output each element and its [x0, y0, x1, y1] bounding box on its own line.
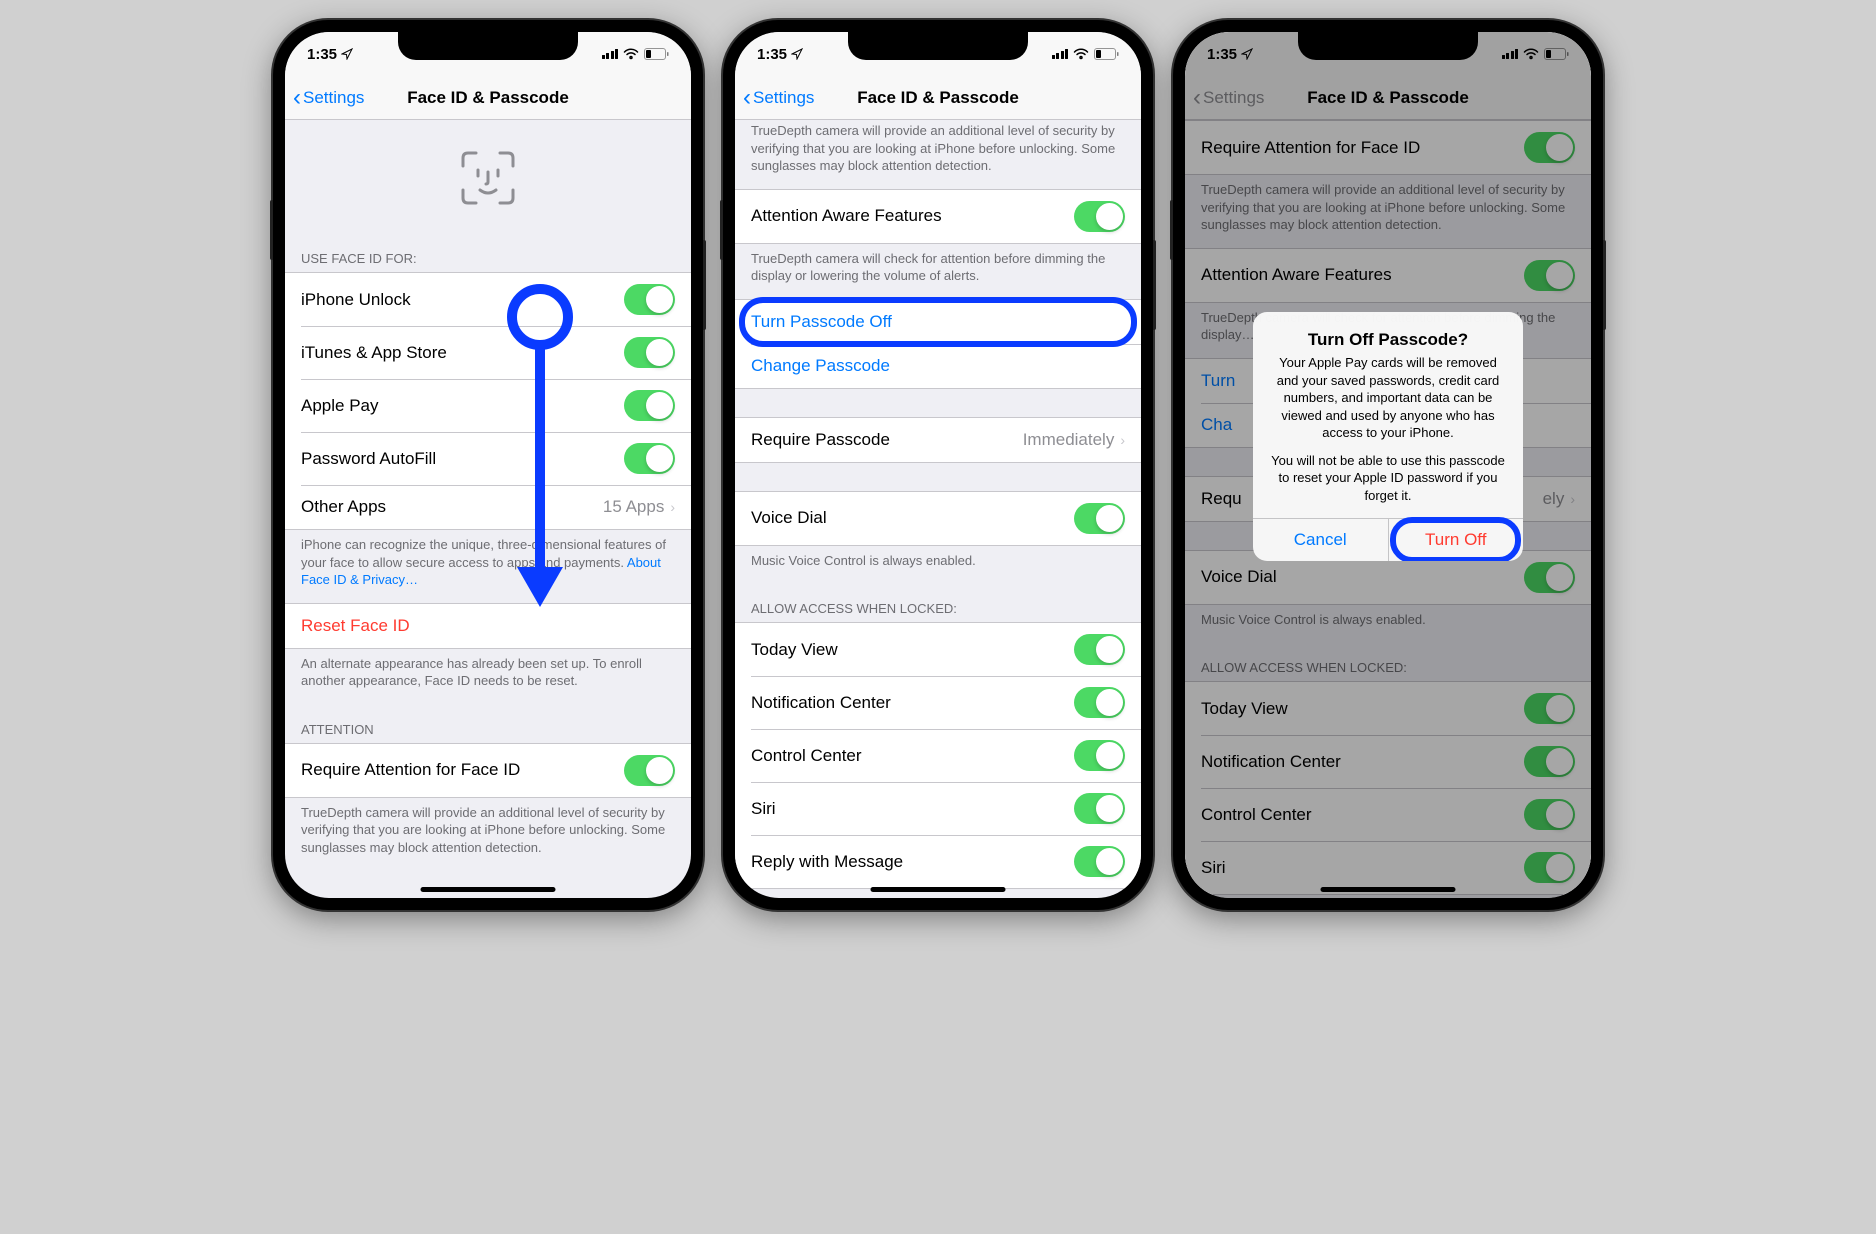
cell-require-attention[interactable]: Require Attention for Face ID [285, 744, 691, 797]
detail-value: 15 Apps [603, 497, 664, 517]
chevron-left-icon: ‹ [293, 84, 301, 112]
footer-attention-info: TrueDepth camera will provide an additio… [285, 798, 691, 871]
nav-bar: ‹ Settings Face ID & Passcode [285, 76, 691, 120]
location-icon [341, 48, 353, 60]
toggle-switch[interactable] [1074, 634, 1125, 665]
label: Reset Face ID [301, 616, 410, 636]
status-time: 1:35 [307, 46, 337, 63]
label: Password AutoFill [301, 449, 436, 469]
phone-frame-2: 1:35 ‹ Settings Face ID & Passcode TrueD… [723, 20, 1153, 910]
home-indicator[interactable] [1321, 887, 1456, 892]
content-2[interactable]: TrueDepth camera will provide an additio… [735, 120, 1141, 898]
signal-icon [1052, 49, 1069, 59]
cell-today-view[interactable]: Today View [735, 623, 1141, 676]
toggle-switch[interactable] [1074, 687, 1125, 718]
cell-reset-faceid[interactable]: Reset Face ID [285, 604, 691, 648]
alert-dialog: Turn Off Passcode? Your Apple Pay cards … [1253, 312, 1523, 561]
label: Apple Pay [301, 396, 379, 416]
cell-reply-message[interactable]: Reply with Message [735, 835, 1141, 888]
cell-control-center[interactable]: Control Center [735, 729, 1141, 782]
cell-voice-dial[interactable]: Voice Dial [735, 492, 1141, 545]
toggle-switch[interactable] [1074, 846, 1125, 877]
phone-frame-1: 1:35 ‹ Settings Face ID & Passcode [273, 20, 703, 910]
location-icon [791, 48, 803, 60]
toggle-switch[interactable] [1074, 201, 1125, 232]
label: Turn Passcode Off [751, 312, 892, 332]
label: Today View [751, 640, 838, 660]
chevron-right-icon: › [1120, 432, 1125, 448]
cell-notification-center[interactable]: Notification Center [735, 676, 1141, 729]
back-label: Settings [303, 88, 364, 108]
wifi-icon [1073, 48, 1089, 60]
toggle-switch[interactable] [1074, 793, 1125, 824]
footer-faceid-info: iPhone can recognize the unique, three-d… [285, 530, 691, 603]
alert-cancel-button[interactable]: Cancel [1253, 519, 1388, 561]
back-label: Settings [753, 88, 814, 108]
label: Control Center [751, 746, 862, 766]
alert-message-1: Your Apple Pay cards will be removed and… [1269, 354, 1507, 442]
cell-require-passcode[interactable]: Require Passcode Immediately › [735, 418, 1141, 462]
label: Notification Center [751, 693, 891, 713]
cell-apple-pay[interactable]: Apple Pay [285, 379, 691, 432]
label: Change Passcode [751, 356, 890, 376]
alert-message-2: You will not be able to use this passcod… [1269, 452, 1507, 505]
home-indicator[interactable] [421, 887, 556, 892]
toggle-switch[interactable] [1074, 740, 1125, 771]
toggle-switch[interactable] [624, 755, 675, 786]
screen-3: 1:35 ‹ Settings Face ID & Passcode Requi… [1185, 32, 1591, 898]
section-header-use-faceid: USE FACE ID FOR: [285, 233, 691, 272]
notch [848, 32, 1028, 60]
phone-frame-3: 1:35 ‹ Settings Face ID & Passcode Requi… [1173, 20, 1603, 910]
label: Attention Aware Features [751, 206, 942, 226]
screen-1: 1:35 ‹ Settings Face ID & Passcode [285, 32, 691, 898]
toggle-switch[interactable] [624, 390, 675, 421]
section-header-attention: ATTENTION [285, 704, 691, 743]
footer-reset-info: An alternate appearance has already been… [285, 649, 691, 704]
label: Require Passcode [751, 430, 890, 450]
section-header-allow: ALLOW ACCESS WHEN LOCKED: [735, 583, 1141, 622]
alert-title: Turn Off Passcode? [1269, 330, 1507, 350]
toggle-switch[interactable] [624, 337, 675, 368]
battery-icon [644, 48, 669, 60]
wifi-icon [623, 48, 639, 60]
nav-bar: ‹ Settings Face ID & Passcode [735, 76, 1141, 120]
screen-2: 1:35 ‹ Settings Face ID & Passcode TrueD… [735, 32, 1141, 898]
faceid-icon-area [285, 120, 691, 233]
battery-icon [1094, 48, 1119, 60]
label: iPhone Unlock [301, 290, 411, 310]
footer-truncated: TrueDepth camera will provide an additio… [735, 120, 1141, 189]
back-button[interactable]: ‹ Settings [293, 84, 364, 112]
notch [1298, 32, 1478, 60]
footer-voice-dial: Music Voice Control is always enabled. [735, 546, 1141, 584]
back-button[interactable]: ‹ Settings [743, 84, 814, 112]
label: Voice Dial [751, 508, 827, 528]
label: Other Apps [301, 497, 386, 517]
label: iTunes & App Store [301, 343, 447, 363]
detail-value: Immediately [1023, 430, 1115, 450]
label: Reply with Message [751, 852, 903, 872]
signal-icon [602, 49, 619, 59]
status-time: 1:35 [757, 46, 787, 63]
footer-attention-aware: TrueDepth camera will check for attentio… [735, 244, 1141, 299]
faceid-icon [458, 148, 518, 208]
cell-itunes[interactable]: iTunes & App Store [285, 326, 691, 379]
cell-siri[interactable]: Siri [735, 782, 1141, 835]
toggle-switch[interactable] [1074, 503, 1125, 534]
cell-attention-aware[interactable]: Attention Aware Features [735, 190, 1141, 243]
toggle-switch[interactable] [624, 284, 675, 315]
cell-iphone-unlock[interactable]: iPhone Unlock [285, 273, 691, 326]
toggle-switch[interactable] [624, 443, 675, 474]
cell-password-autofill[interactable]: Password AutoFill [285, 432, 691, 485]
chevron-right-icon: › [670, 499, 675, 515]
notch [398, 32, 578, 60]
home-indicator[interactable] [871, 887, 1006, 892]
label: Require Attention for Face ID [301, 760, 520, 780]
cell-change-passcode[interactable]: Change Passcode [735, 344, 1141, 388]
cell-other-apps[interactable]: Other Apps 15 Apps › [285, 485, 691, 529]
content-1[interactable]: USE FACE ID FOR: iPhone Unlock iTunes & … [285, 120, 691, 898]
alert-turnoff-button[interactable]: Turn Off [1388, 519, 1524, 561]
label: Siri [751, 799, 776, 819]
chevron-left-icon: ‹ [743, 84, 751, 112]
cell-turn-passcode-off[interactable]: Turn Passcode Off [735, 300, 1141, 344]
